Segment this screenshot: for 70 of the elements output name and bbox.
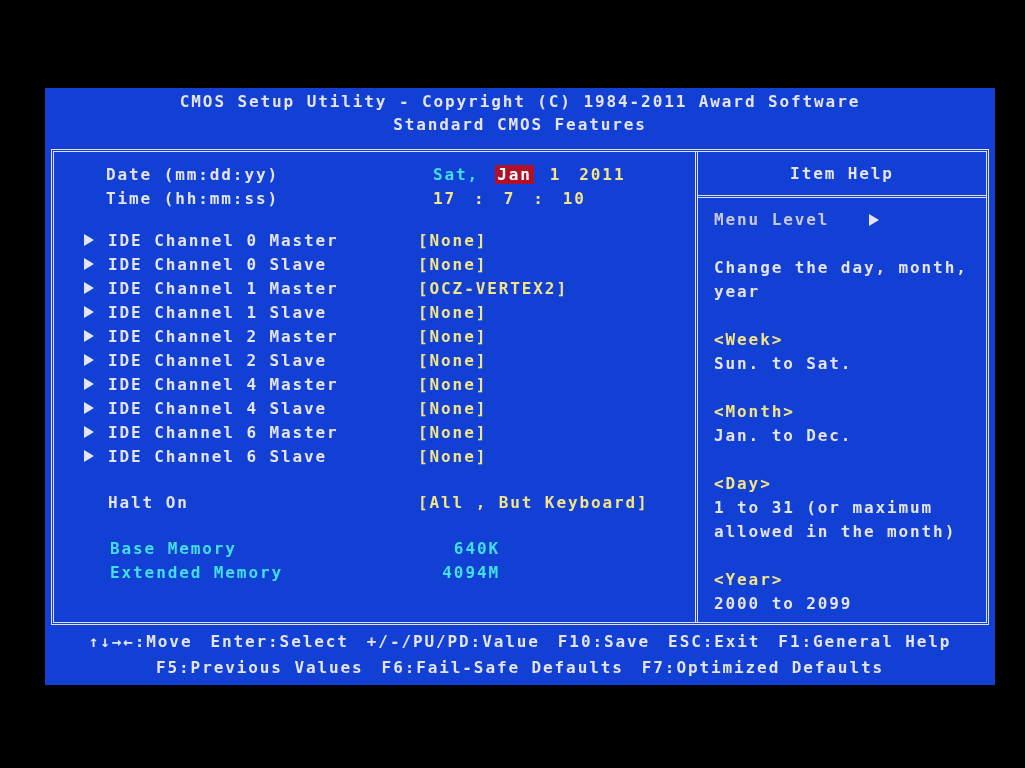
key-hint: F5:Previous Values (156, 657, 364, 679)
help-heading: <Day> (714, 473, 773, 495)
key-hint: +/-/PU/PD:Value (366, 631, 540, 653)
device-value[interactable]: [None] (418, 302, 488, 322)
time-text: 10 (561, 188, 587, 208)
triangle-arrow-icon (84, 402, 94, 414)
device-label[interactable]: IDE Channel 1 Master (108, 278, 418, 298)
time-label: Time (hh:mm:ss) (105, 188, 280, 208)
memory-label: Extended Memory (109, 562, 284, 582)
triangle-arrow-icon (84, 282, 94, 294)
key-hint: Enter:Select (210, 631, 349, 653)
triangle-arrow-icon (84, 234, 94, 246)
help-heading: <Year> (714, 569, 785, 591)
triangle-arrow-icon (869, 214, 880, 226)
time-text: 17 (432, 188, 458, 208)
memory-label: Base Memory (109, 538, 238, 558)
device-value[interactable]: [None] (418, 374, 488, 394)
device-value[interactable]: [OCZ-VERTEX2] (418, 278, 568, 298)
key-hint: ↑↓→←:Move (88, 631, 193, 653)
menu-level-label: Menu Level (714, 209, 830, 231)
help-text: Sun. to Sat. (714, 353, 854, 375)
setting-label[interactable]: Halt On (84, 492, 418, 512)
triangle-arrow-icon (84, 306, 94, 318)
time-text: : (532, 188, 546, 208)
key-hint: ESC:Exit (668, 631, 761, 653)
device-label[interactable]: IDE Channel 1 Slave (108, 302, 418, 322)
device-value[interactable]: [None] (418, 446, 488, 466)
date-field[interactable]: Sat, (431, 164, 482, 184)
memory-value: 4094M (441, 562, 500, 582)
triangle-arrow-icon (84, 450, 94, 462)
time-text: 7 (502, 188, 517, 208)
key-hint: F1:General Help (778, 631, 952, 653)
device-label[interactable]: IDE Channel 0 Master (108, 230, 418, 250)
triangle-arrow-icon (84, 378, 94, 390)
help-heading: <Week> (714, 329, 785, 351)
page-title: Standard CMOS Features (393, 114, 647, 136)
triangle-arrow-icon (84, 330, 94, 342)
date-field[interactable]: 1 (547, 164, 564, 184)
device-value[interactable]: [None] (418, 254, 488, 274)
help-text: Change the day, month, year (714, 257, 969, 303)
device-label[interactable]: IDE Channel 4 Slave (108, 398, 418, 418)
utility-title: CMOS Setup Utility - Copyright (C) 1984-2011 Award Software (179, 91, 861, 113)
help-title: Item Help (698, 152, 986, 198)
device-label[interactable]: IDE Channel 4 Master (108, 374, 418, 394)
key-hint: F6:Fail-Safe Defaults (381, 657, 624, 679)
memory-value: 640K (452, 538, 500, 558)
key-hint: F7:Optimized Defaults (641, 657, 884, 679)
key-hint: F10:Save (557, 631, 651, 653)
device-label[interactable]: IDE Channel 2 Slave (108, 350, 418, 370)
device-label[interactable]: IDE Channel 6 Slave (108, 446, 418, 466)
triangle-arrow-icon (84, 258, 94, 270)
setting-value[interactable]: [All , But Keyboard] (418, 492, 649, 512)
triangle-arrow-icon (84, 426, 94, 438)
date-label: Date (mm:dd:yy) (105, 164, 280, 184)
device-value[interactable]: [None] (418, 230, 488, 250)
device-value[interactable]: [None] (418, 350, 488, 370)
help-text: Jan. to Dec. (714, 425, 854, 447)
help-heading: <Month> (714, 401, 796, 423)
device-label[interactable]: IDE Channel 2 Master (108, 326, 418, 346)
date-field[interactable]: 2011 (577, 164, 628, 184)
device-label[interactable]: IDE Channel 6 Master (108, 422, 418, 442)
help-text: 2000 to 2099 (714, 593, 854, 615)
help-text: 1 to 31 (or maximum allowed in the month) (714, 497, 958, 543)
device-label[interactable]: IDE Channel 0 Slave (108, 254, 418, 274)
time-text: : (473, 188, 487, 208)
device-value[interactable]: [None] (418, 398, 488, 418)
triangle-arrow-icon (84, 354, 94, 366)
date-field[interactable]: Jan (495, 164, 534, 184)
device-value[interactable]: [None] (418, 422, 488, 442)
device-value[interactable]: [None] (418, 326, 488, 346)
